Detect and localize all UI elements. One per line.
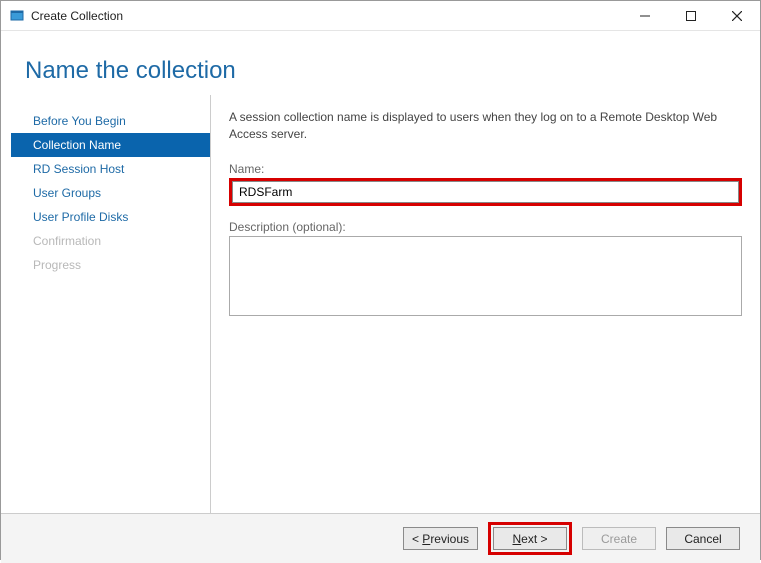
next-button[interactable]: Next > (493, 527, 567, 550)
sidebar-item-progress: Progress (11, 253, 210, 277)
page-title: Name the collection (25, 57, 736, 85)
sidebar-item-user-groups[interactable]: User Groups (11, 181, 210, 205)
create-button: Create (582, 527, 656, 550)
wizard-footer: < Previous Next > Create Cancel (1, 513, 760, 563)
cancel-button[interactable]: Cancel (666, 527, 740, 550)
name-input-highlight (229, 178, 742, 206)
title-bar: Create Collection (1, 1, 760, 31)
main-panel: A session collection name is displayed t… (225, 95, 746, 513)
intro-text: A session collection name is displayed t… (229, 109, 742, 144)
name-label: Name: (229, 162, 742, 176)
window-title: Create Collection (31, 9, 123, 23)
minimize-button[interactable] (622, 1, 668, 30)
wizard-sidebar: Before You Begin Collection Name RD Sess… (11, 95, 211, 513)
sidebar-item-before-you-begin[interactable]: Before You Begin (11, 109, 210, 133)
content-area: Before You Begin Collection Name RD Sess… (1, 95, 760, 513)
page-header: Name the collection (1, 31, 760, 95)
name-input[interactable] (232, 181, 739, 203)
description-input[interactable] (229, 236, 742, 316)
maximize-button[interactable] (668, 1, 714, 30)
window-controls (622, 1, 760, 30)
sidebar-item-rd-session-host[interactable]: RD Session Host (11, 157, 210, 181)
next-button-highlight: Next > (488, 522, 572, 555)
app-icon (9, 8, 25, 24)
sidebar-item-confirmation: Confirmation (11, 229, 210, 253)
close-button[interactable] (714, 1, 760, 30)
description-label: Description (optional): (229, 220, 742, 234)
sidebar-item-user-profile-disks[interactable]: User Profile Disks (11, 205, 210, 229)
sidebar-item-collection-name[interactable]: Collection Name (11, 133, 210, 157)
previous-button[interactable]: < Previous (403, 527, 478, 550)
